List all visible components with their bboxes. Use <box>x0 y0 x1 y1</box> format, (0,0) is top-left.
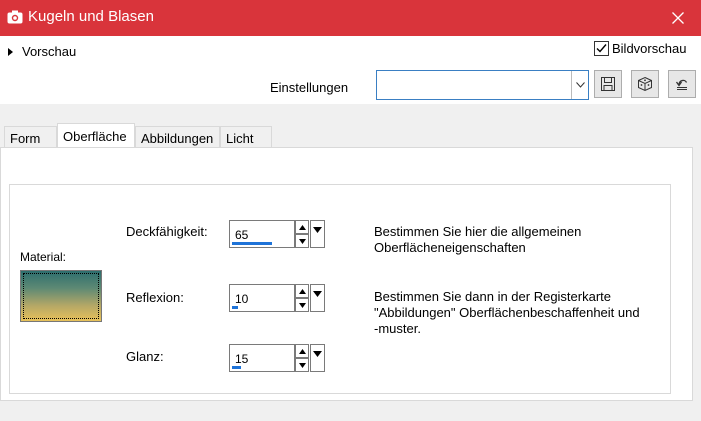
arrow-down-icon <box>298 362 306 368</box>
description-line: Oberflächeneigenschaften <box>374 240 526 255</box>
camera-icon <box>7 10 23 24</box>
glanz-level-fill <box>232 366 242 369</box>
arrow-up-icon <box>298 288 306 294</box>
arrow-down-icon <box>313 227 322 233</box>
save-icon <box>601 77 615 91</box>
decrement-button[interactable] <box>295 234 309 248</box>
title-bar: Kugeln und Blasen <box>0 0 701 36</box>
glanz-stepper[interactable]: 15 <box>229 344 325 372</box>
slider-popup-button[interactable] <box>310 284 325 312</box>
description-line: Bestimmen Sie hier die allgemeinen <box>374 224 582 239</box>
save-preset-button[interactable] <box>594 70 622 98</box>
tab-licht[interactable]: Licht <box>220 126 272 148</box>
arrow-up-icon <box>298 348 306 354</box>
increment-button[interactable] <box>295 344 309 358</box>
glanz-value: 15 <box>235 352 249 366</box>
tab-panel <box>0 147 693 401</box>
deckfaehigkeit-stepper[interactable]: 65 <box>229 220 325 248</box>
arrow-down-icon <box>298 238 306 244</box>
decrement-button[interactable] <box>295 358 309 372</box>
close-button[interactable] <box>655 0 701 36</box>
arrow-down-icon <box>313 291 322 297</box>
glanz-input[interactable]: 15 <box>229 344 295 372</box>
preview-toggle[interactable]: Vorschau <box>8 44 76 59</box>
reflexion-value: 10 <box>235 292 249 306</box>
reset-button[interactable] <box>668 70 696 98</box>
description-line: -muster. <box>374 321 421 336</box>
reflexion-level-fill <box>232 306 239 309</box>
window-title: Kugeln und Blasen <box>28 8 154 25</box>
checkmark-icon <box>596 44 607 53</box>
tab-oberflaeche[interactable]: Oberfläche <box>57 123 135 149</box>
chevron-down-icon[interactable] <box>571 71 588 99</box>
glanz-level-bar <box>232 366 294 369</box>
randomize-button[interactable] <box>631 70 659 98</box>
einstellungen-label: Einstellungen <box>270 80 349 95</box>
deckfaehigkeit-label: Deckfähigkeit: <box>126 224 208 239</box>
arrow-up-icon <box>298 224 306 230</box>
einstellungen-dropdown[interactable] <box>376 70 589 100</box>
description-details: Bestimmen Sie dann in der Registerkarte … <box>374 289 640 337</box>
glanz-label: Glanz: <box>126 349 164 364</box>
dice-icon <box>638 76 652 92</box>
preview-toggle-label: Vorschau <box>22 44 77 59</box>
deckfaehigkeit-level-bar <box>232 242 294 245</box>
description-line: "Abbildungen" Oberflächenbeschaffenheit … <box>374 305 640 320</box>
material-swatch[interactable] <box>20 270 102 322</box>
material-label: Material: <box>20 250 67 264</box>
decrement-button[interactable] <box>295 298 309 312</box>
slider-popup-button[interactable] <box>310 344 325 372</box>
deckfaehigkeit-level-fill <box>232 242 273 245</box>
arrow-down-icon <box>313 351 322 357</box>
bildvorschau-label: Bildvorschau <box>612 41 687 56</box>
reflexion-level-bar <box>232 306 294 309</box>
increment-button[interactable] <box>295 220 309 234</box>
tab-form[interactable]: Form <box>4 126 57 148</box>
top-area: Vorschau Bildvorschau Einstellungen <box>0 36 701 104</box>
slider-popup-button[interactable] <box>310 220 325 248</box>
description-line: Bestimmen Sie dann in der Registerkarte <box>374 289 612 304</box>
close-icon <box>672 12 684 24</box>
reflexion-stepper[interactable]: 10 <box>229 284 325 312</box>
description-general: Bestimmen Sie hier die allgemeinen Oberf… <box>374 224 581 256</box>
checkbox-box[interactable] <box>594 41 609 56</box>
arrow-down-icon <box>298 302 306 308</box>
tab-strip: Form Oberfläche Abbildungen Licht <box>0 104 701 149</box>
reflexion-input[interactable]: 10 <box>229 284 295 312</box>
deckfaehigkeit-input[interactable]: 65 <box>229 220 295 248</box>
tab-abbildungen[interactable]: Abbildungen <box>135 126 220 148</box>
bildvorschau-checkbox[interactable]: Bildvorschau <box>594 41 686 56</box>
reflexion-label: Reflexion: <box>126 290 184 305</box>
expand-triangle-icon <box>8 47 13 56</box>
deckfaehigkeit-value: 65 <box>235 228 249 242</box>
increment-button[interactable] <box>295 284 309 298</box>
reset-icon <box>675 79 688 90</box>
